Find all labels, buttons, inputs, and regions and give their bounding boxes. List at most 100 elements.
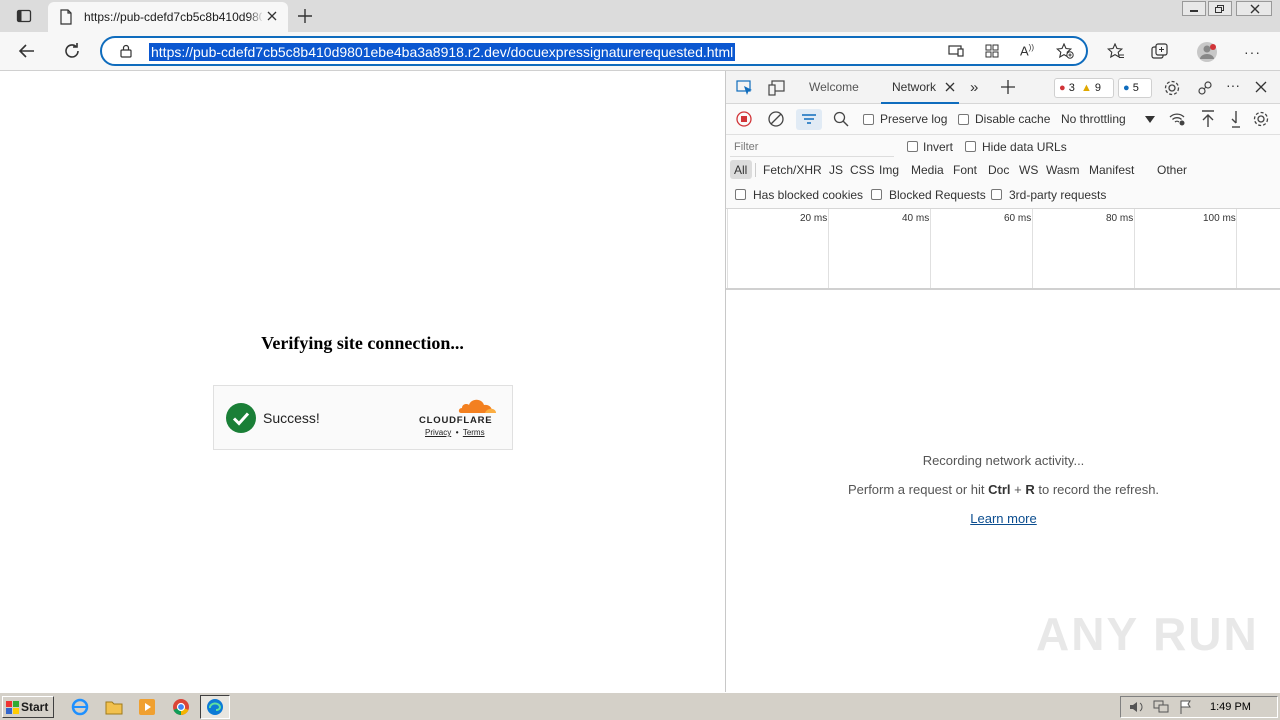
start-button[interactable]: Start	[2, 696, 54, 718]
record-icon[interactable]	[736, 111, 752, 127]
type-css[interactable]: CSS	[850, 163, 875, 177]
cloudflare-captcha-widget[interactable]: Success! CLOUDFLARE Privacy • Terms	[213, 385, 513, 450]
hide-data-urls-label: Hide data URLs	[982, 140, 1067, 154]
inspect-element-icon[interactable]	[736, 80, 754, 96]
file-explorer-icon[interactable]	[105, 698, 123, 716]
captcha-brand: CLOUDFLARE	[419, 415, 493, 426]
lock-icon[interactable]	[119, 44, 133, 58]
network-tray-icon[interactable]	[1153, 700, 1169, 714]
devtools-settings-icon[interactable]	[1163, 79, 1181, 97]
close-network-tab-icon[interactable]	[945, 82, 955, 92]
edge-taskbar-button[interactable]	[200, 695, 230, 719]
page-heading: Verifying site connection...	[261, 333, 464, 353]
terms-link[interactable]: Terms	[463, 428, 485, 437]
active-tab[interactable]: https://pub-cdefd7cb5c8b410d9801ebe4ba3a…	[48, 2, 288, 32]
type-font[interactable]: Font	[953, 163, 977, 177]
address-bar[interactable]: https://pub-cdefd7cb5c8b410d9801ebe4ba3a…	[100, 36, 1088, 66]
third-party-label: 3rd-party requests	[1009, 188, 1107, 202]
page-icon	[59, 9, 73, 25]
media-player-icon[interactable]	[138, 698, 156, 716]
action-center-flag-icon[interactable]	[1179, 700, 1193, 714]
devtools-more-icon[interactable]: ···	[1226, 77, 1240, 93]
hide-data-urls-checkbox[interactable]	[965, 141, 976, 152]
type-all-label: All	[734, 163, 748, 177]
invert-checkbox[interactable]	[907, 141, 918, 152]
new-tab-icon[interactable]	[297, 8, 313, 24]
app-available-icon[interactable]	[948, 44, 964, 58]
internet-explorer-icon[interactable]	[71, 698, 89, 716]
favorites-icon[interactable]	[1107, 43, 1125, 59]
tab-welcome[interactable]: Welcome	[809, 80, 859, 94]
type-media[interactable]: Media	[911, 163, 944, 177]
network-settings-icon[interactable]	[1252, 110, 1270, 128]
close-tab-icon[interactable]	[266, 10, 278, 22]
info-badge[interactable]: ● 5	[1118, 78, 1152, 98]
tab-network[interactable]: Network	[892, 80, 936, 94]
restore-button[interactable]	[1208, 1, 1232, 16]
settings-and-more-icon[interactable]: ···	[1244, 44, 1261, 60]
network-conditions-icon[interactable]	[1168, 111, 1186, 127]
clock: 1:49 PM	[1210, 701, 1251, 713]
collections-icon[interactable]	[1151, 43, 1169, 59]
chrome-icon[interactable]	[172, 698, 190, 716]
type-other[interactable]: Other	[1157, 163, 1187, 177]
link-separator: •	[455, 428, 459, 437]
has-blocked-cookies-checkbox[interactable]	[735, 189, 746, 200]
type-wasm[interactable]: Wasm	[1046, 163, 1080, 177]
clear-icon[interactable]	[768, 111, 784, 127]
read-aloud-icon[interactable]: A))	[1020, 43, 1034, 58]
feedback-icon[interactable]	[1196, 79, 1214, 97]
captcha-status: Success!	[263, 410, 320, 426]
back-icon[interactable]	[18, 42, 36, 60]
taskbar: Start 1:49 PM	[0, 692, 1280, 720]
learn-more-link[interactable]: Learn more	[970, 511, 1036, 526]
preserve-log-label: Preserve log	[880, 112, 948, 126]
devtools-panel: Welcome Network » ● 3 ▲ 9 ● 5 ··· Preser…	[725, 71, 1280, 692]
error-count: 3	[1068, 82, 1075, 94]
tab-strip: https://pub-cdefd7cb5c8b410d9801ebe4ba3a…	[0, 0, 1280, 32]
issues-badge[interactable]: ● 3 ▲ 9	[1054, 78, 1114, 98]
search-icon[interactable]	[833, 111, 849, 127]
filter-icon[interactable]	[796, 109, 822, 130]
cloudflare-logo-icon	[457, 395, 497, 415]
type-img[interactable]: Img	[879, 163, 899, 177]
type-doc[interactable]: Doc	[988, 163, 1009, 177]
more-tabs-icon[interactable]: »	[970, 79, 978, 96]
tick-40ms: 40 ms	[902, 213, 930, 224]
disable-cache-checkbox[interactable]	[958, 114, 969, 125]
third-party-checkbox[interactable]	[991, 189, 1002, 200]
device-emulation-icon[interactable]	[768, 80, 786, 96]
tick-20ms: 20 ms	[800, 213, 828, 224]
close-devtools-icon[interactable]	[1255, 81, 1267, 93]
export-har-icon[interactable]	[1231, 110, 1241, 128]
import-har-icon[interactable]	[1201, 110, 1215, 128]
throttling-select[interactable]: No throttling	[1057, 108, 1157, 130]
privacy-link[interactable]: Privacy	[425, 428, 451, 437]
r-key: R	[1025, 482, 1035, 497]
tick-80ms: 80 ms	[1106, 213, 1134, 224]
blocked-requests-label: Blocked Requests	[889, 188, 986, 202]
invert-label: Invert	[923, 140, 954, 154]
has-blocked-cookies-label: Has blocked cookies	[753, 188, 864, 202]
add-favorite-icon[interactable]	[1056, 43, 1074, 59]
refresh-icon[interactable]	[63, 42, 81, 60]
close-window-button[interactable]	[1236, 1, 1272, 16]
add-tool-icon[interactable]	[1001, 80, 1015, 94]
blocked-requests-checkbox[interactable]	[871, 189, 882, 200]
url-text[interactable]: https://pub-cdefd7cb5c8b410d9801ebe4ba3a…	[149, 43, 736, 61]
profile-avatar-icon[interactable]	[1196, 41, 1218, 63]
filter-input[interactable]: Filter	[730, 139, 894, 157]
type-js[interactable]: JS	[829, 163, 843, 177]
network-timeline-overview[interactable]: 20 ms 40 ms 60 ms 80 ms 100 ms	[726, 209, 1280, 290]
edge-icon	[206, 698, 224, 716]
anyrun-watermark: ANY RUN	[1036, 608, 1259, 660]
preserve-log-checkbox[interactable]	[863, 114, 874, 125]
volume-icon[interactable]	[1129, 700, 1145, 714]
minimize-button[interactable]	[1182, 1, 1206, 16]
type-ws[interactable]: WS	[1019, 163, 1038, 177]
tab-actions-icon[interactable]	[16, 8, 32, 24]
type-manifest[interactable]: Manifest	[1089, 163, 1134, 177]
type-fetch-xhr[interactable]: Fetch/XHR	[763, 163, 822, 177]
apps-icon[interactable]	[985, 44, 999, 58]
system-tray: 1:49 PM	[1120, 696, 1278, 718]
